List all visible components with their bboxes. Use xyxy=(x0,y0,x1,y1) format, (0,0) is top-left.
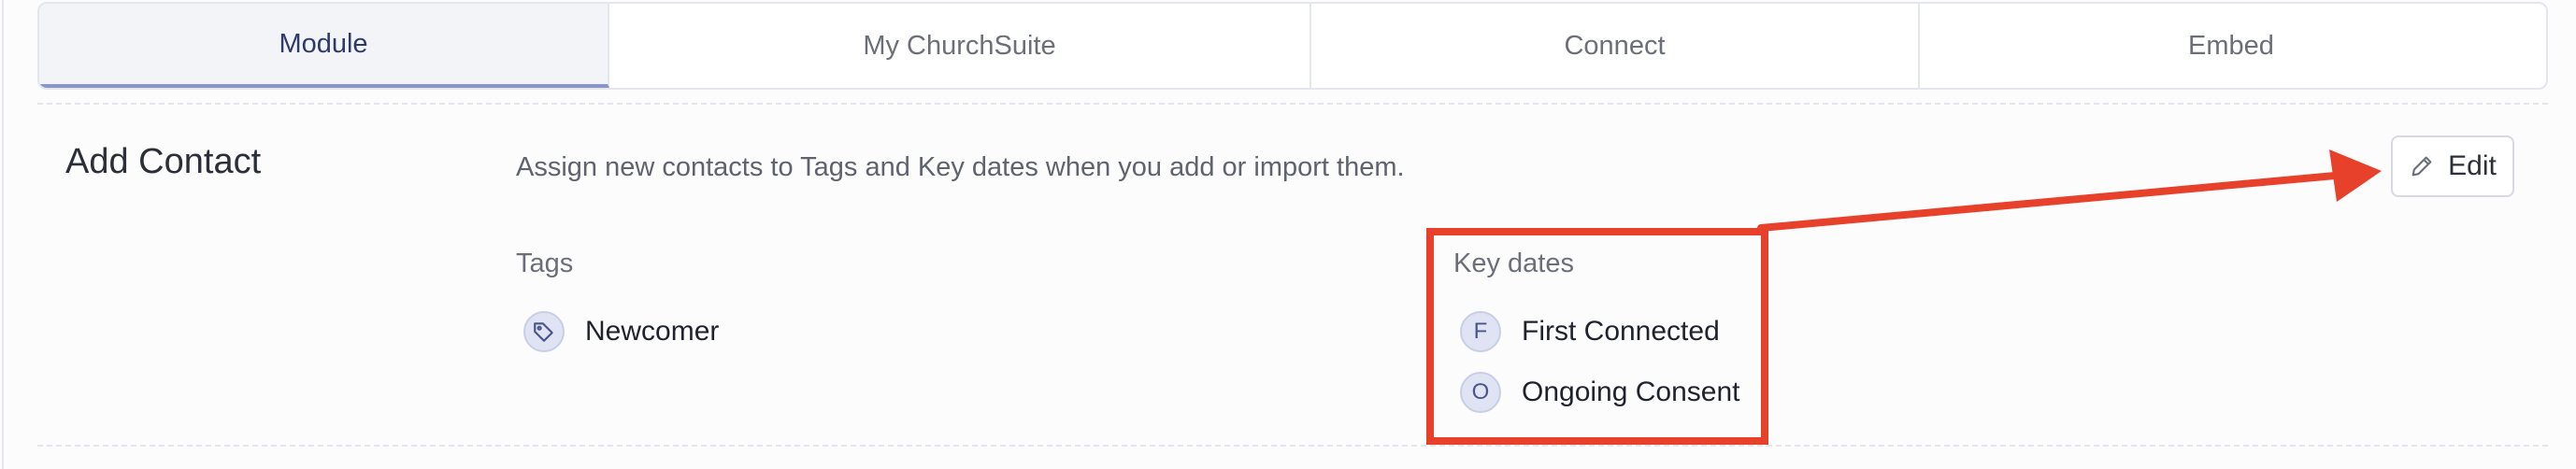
edit-button[interactable]: Edit xyxy=(2391,135,2514,197)
tab-module[interactable]: Module xyxy=(39,4,609,88)
divider-bottom xyxy=(37,445,2548,447)
divider-top xyxy=(37,103,2548,105)
section-description: Assign new contacts to Tags and Key date… xyxy=(516,152,1405,182)
tag-icon xyxy=(523,311,565,352)
edit-label: Edit xyxy=(2448,150,2497,181)
highlight-box xyxy=(1426,228,1768,445)
tab-connect[interactable]: Connect xyxy=(1311,4,1920,88)
section-title: Add Contact xyxy=(65,142,262,181)
tags-label: Tags xyxy=(516,249,574,278)
pencil-icon xyxy=(2411,156,2432,177)
tag-item-newcomer: Newcomer xyxy=(523,311,719,352)
tab-bar: Module My ChurchSuite Connect Embed xyxy=(37,2,2548,90)
settings-panel: Module My ChurchSuite Connect Embed Add … xyxy=(2,0,2576,469)
tab-embed[interactable]: Embed xyxy=(1920,4,2542,88)
tab-my-churchsuite[interactable]: My ChurchSuite xyxy=(609,4,1311,88)
tag-name: Newcomer xyxy=(585,316,720,347)
